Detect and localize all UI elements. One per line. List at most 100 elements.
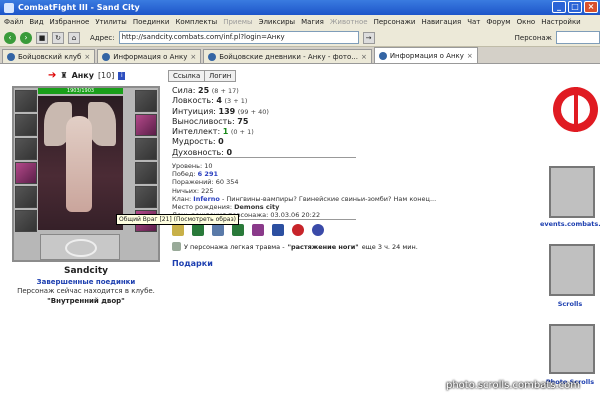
birthplace-line: Место рождения: Demons city — [172, 203, 436, 211]
tab-close-icon[interactable]: × — [467, 52, 473, 60]
tab-favicon — [378, 51, 387, 60]
browser-tab[interactable]: Информация о Анку × — [97, 49, 202, 63]
scrolls-link[interactable]: Scrolls — [540, 300, 600, 308]
tab-label: Бойцовские дневники - Анку - фото... — [219, 52, 358, 61]
close-button[interactable]: × — [584, 1, 598, 13]
losses-line: Поражений: 60 354 — [172, 178, 239, 187]
clan-link[interactable]: Inferno — [193, 195, 220, 203]
stop-icon[interactable]: ■ — [36, 31, 48, 44]
menu-item[interactable]: Поединки — [133, 18, 170, 26]
stat-row: Мудрость: 0 — [172, 137, 269, 147]
browser-tab[interactable]: Бойцовские дневники - Анку - фото... × — [203, 49, 372, 63]
menu-item[interactable]: Избранное — [50, 18, 90, 26]
stat-label: Выносливость: — [172, 116, 235, 126]
arrow-icon[interactable]: ➔ — [48, 70, 56, 81]
crown-icon[interactable] — [172, 224, 184, 236]
menu-item[interactable]: Навигация — [421, 18, 461, 26]
boots-slot[interactable] — [15, 210, 37, 232]
menu-item[interactable]: Персонажи — [374, 18, 416, 26]
injury-name: "растяжение ноги" — [287, 242, 359, 251]
stat-bonus: (8 + 17) — [211, 87, 239, 95]
stat-value: 0 — [218, 137, 224, 147]
shield-icon[interactable] — [232, 224, 244, 236]
menu-item[interactable]: Комплекты — [175, 18, 217, 26]
character-search-input[interactable] — [556, 31, 600, 44]
menu-item[interactable]: Утилиты — [95, 18, 127, 26]
orb-icon[interactable] — [312, 224, 324, 236]
browser-tab[interactable]: Бойцовский клуб × — [2, 49, 96, 63]
shield-icon[interactable] — [252, 224, 264, 236]
finished-battles-link[interactable]: Завершенные поединки — [12, 278, 160, 286]
emblem-ring — [65, 239, 97, 257]
stat-value: 0 — [226, 147, 233, 157]
gloves-slot[interactable] — [135, 138, 157, 160]
tab-close-icon[interactable]: × — [361, 53, 367, 61]
tab-label: Информация о Анку — [113, 52, 188, 61]
stat-label: Ловкость: — [172, 96, 214, 106]
go-icon[interactable]: → — [362, 31, 375, 44]
maximize-button[interactable]: □ — [568, 1, 582, 13]
hp-bar: 1903/1903 — [38, 88, 123, 94]
shield-icon[interactable] — [192, 224, 204, 236]
injury-icon — [172, 242, 181, 251]
stat-bonus: (3 + 1) — [224, 97, 248, 106]
tab-label: Информация о Анку — [389, 51, 464, 60]
address-input[interactable]: http://sandcity.combats.com/inf.pl?login… — [118, 31, 359, 44]
ring-slot[interactable] — [135, 114, 157, 136]
helmet-slot[interactable] — [15, 90, 37, 112]
bottom-slot[interactable] — [40, 234, 120, 260]
clan-desc: - Пингвины-вампиры? Гвинейские свиньи-зо… — [219, 194, 437, 203]
armor-slot[interactable] — [15, 162, 37, 184]
login-button[interactable]: Логин — [204, 70, 237, 82]
tab-close-icon[interactable]: × — [84, 53, 90, 61]
belt-slot[interactable] — [15, 186, 37, 208]
menu-item[interactable]: Чат — [467, 18, 480, 26]
window-titlebar: CombatFight III - Sand City _ □ × — [0, 0, 600, 15]
menu-item[interactable]: Магия — [301, 18, 324, 26]
info-icon[interactable]: i — [118, 71, 126, 80]
address-label: Адрес: — [90, 33, 115, 42]
menu-item[interactable]: Окно — [517, 18, 536, 26]
archer-logo-icon[interactable] — [553, 87, 598, 132]
shield-icon[interactable] — [212, 224, 224, 236]
logo-bar — [574, 87, 578, 132]
stats-list: Сила: 25 (8 + 17) Ловкость: 4 (3 + 1) Инту… — [172, 86, 269, 158]
align-icon: ♜ — [60, 71, 68, 80]
browser-tab[interactable]: Информация о Анку × — [373, 47, 478, 63]
location-note: Персонаж сейчас находится в клубе. — [17, 287, 155, 295]
shield-icon[interactable] — [272, 224, 284, 236]
weapon-left-slot[interactable] — [15, 138, 37, 160]
achievement-icons — [172, 224, 324, 236]
forward-icon[interactable]: › — [20, 31, 32, 44]
gifts-heading[interactable]: Подарки — [172, 259, 213, 268]
wins-value: 6 291 — [197, 170, 218, 179]
menu-item[interactable]: Эликсиры — [259, 18, 296, 26]
earring-slot[interactable] — [135, 90, 157, 112]
weapon-right-slot[interactable] — [135, 186, 157, 208]
link-button[interactable]: Ссылка — [168, 70, 206, 82]
watermark: photo.scrolls.combats.com — [446, 380, 581, 391]
bracers-slot[interactable] — [15, 114, 37, 136]
menu-item[interactable]: Вид — [29, 18, 43, 26]
tab-close-icon[interactable]: × — [190, 53, 196, 61]
minimize-button[interactable]: _ — [552, 1, 566, 13]
events-badge-icon[interactable] — [549, 166, 595, 218]
refresh-icon[interactable]: ↻ — [52, 31, 64, 44]
menu-item[interactable]: Настройки — [541, 18, 581, 26]
scrolls-badge-icon[interactable] — [549, 244, 595, 296]
menu-item[interactable]: Форум — [486, 18, 510, 26]
photo-badge-icon[interactable] — [549, 324, 595, 374]
home-icon[interactable]: ⌂ — [68, 31, 80, 44]
menu-item[interactable]: Файл — [4, 18, 23, 26]
back-icon[interactable]: ‹ — [4, 31, 16, 44]
star-icon[interactable] — [292, 224, 304, 236]
stat-label: Духовность: — [172, 147, 224, 157]
stat-bonus: (99 + 40) — [237, 107, 269, 116]
right-slots — [135, 90, 157, 232]
events-link[interactable]: events.combats.com — [540, 220, 600, 228]
left-slots — [15, 90, 37, 232]
menu-item[interactable]: Приемы — [223, 18, 252, 26]
shield-slot[interactable] — [135, 162, 157, 184]
character-image[interactable] — [38, 96, 123, 230]
menu-item[interactable]: Животное — [330, 18, 368, 26]
